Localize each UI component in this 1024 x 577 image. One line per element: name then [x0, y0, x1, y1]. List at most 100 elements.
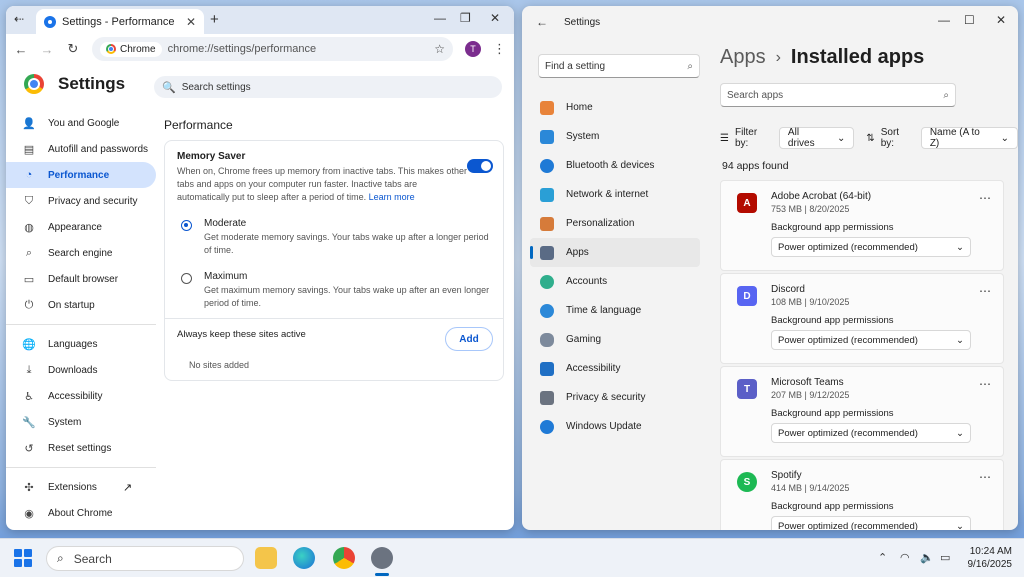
window-close-icon[interactable]: ✕	[996, 13, 1006, 27]
forward-icon[interactable]: →	[40, 42, 54, 57]
option-maximum[interactable]: Maximum Get maximum memory savings. Your…	[165, 265, 503, 318]
search-input[interactable]	[181, 81, 494, 93]
nav-item-gaming[interactable]: Gaming	[530, 325, 700, 354]
tab-search-icon[interactable]: ⇠	[14, 12, 24, 26]
more-options-icon[interactable]: ⋯	[979, 377, 991, 391]
sidebar-item-system[interactable]: 🔧 System	[6, 409, 156, 435]
wifi-icon[interactable]: ◠	[900, 551, 910, 564]
sidebar-item-search-engine[interactable]: ⌕ Search engine	[6, 240, 156, 266]
menu-kebab-icon[interactable]: ⋮	[493, 41, 506, 57]
back-icon[interactable]: ←	[14, 42, 28, 57]
monitor-icon	[540, 129, 554, 144]
background-permissions-label: Background app permissions	[771, 315, 894, 326]
background-permissions-dropdown[interactable]: Power optimized (recommended) ⌄	[771, 330, 971, 350]
search-apps-input[interactable]	[727, 89, 944, 101]
download-icon: ⤓	[26, 363, 32, 376]
radio-maximum[interactable]	[181, 273, 192, 284]
option-moderate[interactable]: Moderate Get moderate memory savings. Yo…	[165, 212, 503, 265]
nav-item-system[interactable]: System	[530, 122, 700, 151]
sidebar-item-languages[interactable]: 🌐 Languages	[6, 331, 156, 357]
search-apps-box[interactable]: ⌕	[720, 83, 956, 107]
window-close-icon[interactable]: ✕	[490, 11, 500, 25]
wrench-icon: 🔧	[22, 416, 36, 429]
file-explorer-icon[interactable]	[255, 547, 277, 569]
background-permissions-dropdown[interactable]: Power optimized (recommended) ⌄	[771, 423, 971, 443]
start-button[interactable]	[14, 549, 32, 567]
nav-item-accessibility[interactable]: Accessibility	[530, 354, 700, 383]
tab-settings[interactable]: Settings - Performance ✕	[36, 9, 204, 34]
sort-label: Sort by:	[880, 127, 900, 149]
find-setting-box[interactable]: ⌕	[538, 54, 700, 78]
nav-item-privacy[interactable]: Privacy & security	[530, 383, 700, 412]
dropdown-value: Power optimized (recommended)	[778, 427, 918, 439]
sidebar-item-on-startup[interactable]: ⏻ On startup	[6, 292, 156, 318]
nav-item-apps[interactable]: Apps	[530, 238, 700, 267]
dropdown-value: Power optimized (recommended)	[778, 520, 918, 531]
nav-item-bluetooth[interactable]: Bluetooth & devices	[530, 151, 700, 180]
settings-gear-icon[interactable]	[371, 547, 393, 569]
nav-item-network[interactable]: Network & internet	[530, 180, 700, 209]
memory-saver-row: Memory Saver When on, Chrome frees up me…	[165, 141, 503, 212]
nav-item-accounts[interactable]: Accounts	[530, 267, 700, 296]
sidebar-item-reset[interactable]: ↺ Reset settings	[6, 435, 156, 461]
minimize-icon[interactable]: —	[938, 13, 950, 27]
chrome-window: ⇠ Settings - Performance ✕ + — ❐ ✕ ← → ↻…	[6, 6, 514, 530]
sidebar-item-default-browser[interactable]: ▭ Default browser	[6, 266, 156, 292]
sidebar-item-autofill[interactable]: ▤ Autofill and passwords	[6, 136, 156, 162]
nav-item-windows-update[interactable]: Windows Update	[530, 412, 700, 441]
nav-item-home[interactable]: Home	[530, 93, 700, 122]
settings-search[interactable]: 🔍	[154, 76, 502, 98]
taskbar-search[interactable]: ⌕ Search	[46, 546, 244, 571]
browser-icon: ▭	[23, 273, 35, 286]
sidebar-item-label: Performance	[48, 169, 110, 181]
sidebar-item-privacy[interactable]: ⛉ Privacy and security	[6, 188, 156, 214]
sidebar-item-about-chrome[interactable]: ◉ About Chrome	[6, 500, 156, 526]
site-chip[interactable]: Chrome	[100, 41, 162, 57]
sidebar-item-extensions[interactable]: ✣ Extensions ↗	[6, 474, 156, 500]
battery-icon[interactable]: ▭	[940, 551, 950, 564]
new-tab-icon[interactable]: +	[210, 11, 219, 28]
background-permissions-dropdown[interactable]: Power optimized (recommended) ⌄	[771, 516, 971, 530]
dropdown-value: Power optimized (recommended)	[778, 334, 918, 346]
more-options-icon[interactable]: ⋯	[979, 191, 991, 205]
filter-value: All drives	[787, 127, 815, 149]
sidebar-item-performance[interactable]: ◔ Performance	[6, 162, 156, 188]
radio-moderate[interactable]	[181, 220, 192, 231]
sidebar-item-appearance[interactable]: ◍ Appearance	[6, 214, 156, 240]
find-setting-input[interactable]	[545, 60, 688, 72]
bookmark-star-icon[interactable]: ☆	[434, 42, 445, 56]
sidebar-item-label: About Chrome	[48, 507, 113, 519]
palette-icon: ◍	[24, 221, 34, 234]
reload-icon[interactable]: ↻	[66, 41, 80, 57]
profile-avatar[interactable]: T	[465, 41, 481, 57]
breadcrumb-apps[interactable]: Apps	[720, 46, 766, 69]
back-icon[interactable]: ←	[536, 15, 548, 29]
url-text[interactable]: chrome://settings/performance	[168, 43, 429, 55]
update-icon	[540, 419, 554, 434]
minimize-icon[interactable]: —	[434, 11, 446, 25]
more-options-icon[interactable]: ⋯	[979, 470, 991, 484]
more-options-icon[interactable]: ⋯	[979, 284, 991, 298]
sidebar-item-you-and-google[interactable]: 👤 You and Google	[6, 110, 156, 136]
nav-item-time-language[interactable]: Time & language	[530, 296, 700, 325]
clock[interactable]: 10:24 AM 9/16/2025	[968, 545, 1013, 571]
teams-icon: T	[737, 379, 757, 399]
filter-dropdown[interactable]: All drives ⌄	[778, 127, 855, 149]
close-icon[interactable]: ✕	[186, 15, 196, 29]
nav-item-personalization[interactable]: Personalization	[530, 209, 700, 238]
memory-saver-toggle[interactable]	[467, 159, 493, 173]
learn-more-link[interactable]: Learn more	[369, 192, 415, 202]
volume-icon[interactable]: 🔈	[920, 551, 934, 564]
sidebar-item-downloads[interactable]: ⤓ Downloads	[6, 357, 156, 383]
edge-icon[interactable]	[293, 547, 315, 569]
nav-item-label: Time & language	[566, 305, 642, 316]
sort-dropdown[interactable]: Name (A to Z) ⌄	[920, 127, 1018, 149]
add-site-button[interactable]: Add	[445, 327, 493, 351]
maximize-icon[interactable]: ☐	[964, 13, 975, 27]
background-permissions-dropdown[interactable]: Power optimized (recommended) ⌄	[771, 237, 971, 257]
sidebar-item-accessibility[interactable]: ♿ Accessibility	[6, 383, 156, 409]
chevron-up-icon[interactable]: ⌃	[878, 551, 887, 564]
chrome-icon[interactable]	[333, 547, 355, 569]
maximize-icon[interactable]: ❐	[460, 11, 471, 25]
address-bar[interactable]: Chrome chrome://settings/performance ☆	[92, 37, 453, 61]
